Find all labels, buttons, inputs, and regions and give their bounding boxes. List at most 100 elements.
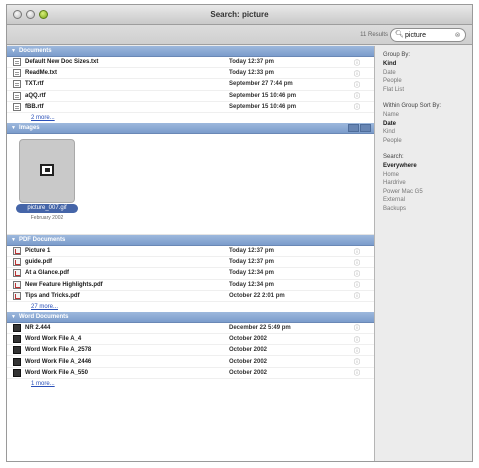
sidebar-option[interactable]: People bbox=[383, 137, 464, 146]
sidebar-option[interactable]: Everywhere bbox=[383, 162, 464, 171]
sort-by-section: Within Group Sort By: Name Date Kind People bbox=[383, 103, 464, 145]
info-icon[interactable]: ⓘ bbox=[351, 247, 363, 256]
result-date: October 2002 bbox=[229, 336, 268, 343]
group-label: Word Documents bbox=[18, 313, 69, 320]
word-document-icon bbox=[13, 368, 21, 377]
sidebar-option[interactable]: Date bbox=[383, 69, 464, 78]
info-icon[interactable]: ⓘ bbox=[351, 258, 363, 267]
result-row[interactable]: fBB.rtf September 15 10:46 pm ⓘ bbox=[7, 102, 374, 113]
text-document-icon bbox=[13, 102, 21, 111]
info-icon[interactable]: ⓘ bbox=[351, 335, 363, 344]
info-icon[interactable]: ⓘ bbox=[351, 291, 363, 300]
thumbnail-filename[interactable]: picture_007.gif bbox=[16, 203, 78, 213]
info-icon[interactable]: ⓘ bbox=[351, 80, 363, 89]
sidebar-option[interactable]: Hardrive bbox=[383, 179, 464, 188]
info-icon[interactable]: ⓘ bbox=[351, 91, 363, 100]
search-scope-section: Search: Everywhere Home Hardrive Power Mac … bbox=[383, 154, 464, 213]
more-link-pdf[interactable]: 27 more... bbox=[7, 302, 374, 312]
more-link-documents[interactable]: 2 more... bbox=[7, 113, 374, 123]
clear-search-icon[interactable]: ⊗ bbox=[454, 32, 461, 39]
result-name-text: guide.pdf bbox=[25, 259, 52, 266]
results-list: ▼ Documents Default New Doc Sizes.txt Tod… bbox=[7, 46, 375, 461]
sidebar-option[interactable]: External bbox=[383, 196, 464, 205]
result-name: Word Work File A_550 bbox=[7, 368, 229, 377]
result-name-text: Default New Doc Sizes.txt bbox=[25, 59, 99, 66]
result-name: At a Glance.pdf bbox=[7, 269, 229, 278]
result-date: October 2002 bbox=[229, 369, 268, 376]
info-icon[interactable]: ⓘ bbox=[351, 357, 363, 366]
disclosure-triangle-icon[interactable]: ▼ bbox=[11, 48, 16, 54]
more-link-word[interactable]: 1 more... bbox=[7, 379, 374, 389]
result-name: Tips and Tricks.pdf bbox=[7, 291, 229, 300]
result-name-text: Word Work File A_2446 bbox=[25, 358, 92, 365]
sidebar-option[interactable]: Kind bbox=[383, 60, 464, 69]
info-icon[interactable]: ⓘ bbox=[351, 102, 363, 111]
text-document-icon bbox=[13, 91, 21, 100]
group-header-documents[interactable]: ▼ Documents bbox=[7, 46, 374, 57]
result-name: TXT.rtf bbox=[7, 80, 229, 89]
sidebar-option[interactable]: Name bbox=[383, 111, 464, 120]
result-name: Word Work File A_2446 bbox=[7, 357, 229, 366]
info-icon[interactable]: ⓘ bbox=[351, 269, 363, 278]
info-icon[interactable]: ⓘ bbox=[351, 346, 363, 355]
result-name-text: TXT.rtf bbox=[25, 81, 44, 88]
view-buttons bbox=[348, 123, 371, 132]
disclosure-triangle-icon[interactable]: ▼ bbox=[11, 125, 16, 131]
disclosure-triangle-icon[interactable]: ▼ bbox=[11, 314, 16, 320]
icon-view-button[interactable] bbox=[360, 123, 371, 132]
group-by-section: Group By: Kind Date People Flat List bbox=[383, 52, 464, 94]
sidebar-option[interactable]: Date bbox=[383, 120, 464, 129]
sidebar-option[interactable]: Flat List bbox=[383, 86, 464, 95]
image-thumbnail[interactable] bbox=[19, 138, 75, 203]
result-date: October 22 2:01 pm bbox=[229, 292, 285, 299]
result-row[interactable]: Word Work File A_2578 October 2002 ⓘ bbox=[7, 345, 374, 357]
disclosure-triangle-icon[interactable]: ▼ bbox=[11, 237, 16, 243]
search-field[interactable]: 🔍︎ picture ⊗ bbox=[390, 28, 466, 42]
pdf-document-icon bbox=[13, 269, 21, 278]
result-row[interactable]: guide.pdf Today 12:37 pm ⓘ bbox=[7, 257, 374, 269]
result-name-text: fBB.rtf bbox=[25, 103, 44, 110]
info-icon[interactable]: ⓘ bbox=[351, 323, 363, 332]
thumbnail-date: February 2002 bbox=[30, 214, 64, 221]
group-header-pdf[interactable]: ▼ PDF Documents bbox=[7, 234, 374, 246]
search-input[interactable]: picture bbox=[405, 32, 454, 39]
result-name: Default New Doc Sizes.txt bbox=[7, 58, 229, 67]
result-date: Today 12:33 pm bbox=[229, 70, 274, 77]
result-row[interactable]: Tips and Tricks.pdf October 22 2:01 pm ⓘ bbox=[7, 291, 374, 302]
result-name-text: Word Work File A_4 bbox=[25, 336, 82, 343]
info-icon[interactable]: ⓘ bbox=[351, 280, 363, 289]
result-row[interactable]: TXT.rtf September 27 7:44 pm ⓘ bbox=[7, 79, 374, 91]
result-name: guide.pdf bbox=[7, 258, 229, 267]
result-row[interactable]: NR 2.444 December 22 5:49 pm ⓘ bbox=[7, 323, 374, 335]
info-icon[interactable]: ⓘ bbox=[351, 58, 363, 67]
result-row[interactable]: ReadMe.txt Today 12:33 pm ⓘ bbox=[7, 68, 374, 80]
result-date: Today 12:34 pm bbox=[229, 270, 274, 277]
group-label: PDF Documents bbox=[18, 236, 66, 243]
result-date: Today 12:37 pm bbox=[229, 248, 274, 255]
result-name: ReadMe.txt bbox=[7, 69, 229, 78]
info-icon[interactable]: ⓘ bbox=[351, 368, 363, 377]
list-view-button[interactable] bbox=[348, 123, 359, 132]
sidebar-option[interactable]: Kind bbox=[383, 128, 464, 137]
result-name-text: Picture 1 bbox=[25, 248, 51, 255]
group-header-word[interactable]: ▼ Word Documents bbox=[7, 311, 374, 323]
result-row[interactable]: Default New Doc Sizes.txt Today 12:37 pm ⓘ bbox=[7, 57, 374, 69]
result-name: NR 2.444 bbox=[7, 323, 229, 332]
result-name-text: Word Work File A_2578 bbox=[25, 347, 92, 354]
result-row[interactable]: Word Work File A_4 October 2002 ⓘ bbox=[7, 334, 374, 346]
result-row[interactable]: aQQ.rtf September 15 10:46 pm ⓘ bbox=[7, 91, 374, 102]
window-title: Search: picture bbox=[210, 10, 269, 19]
sidebar-option[interactable]: People bbox=[383, 77, 464, 86]
result-row[interactable]: Word Work File A_550 October 2002 ⓘ bbox=[7, 368, 374, 379]
group-header-images[interactable]: ▼ Images bbox=[7, 122, 374, 134]
sidebar-option[interactable]: Home bbox=[383, 171, 464, 180]
sidebar-option[interactable]: Backups bbox=[383, 205, 464, 214]
sidebar-option[interactable]: Power Mac G5 bbox=[383, 188, 464, 197]
result-row[interactable]: At a Glance.pdf Today 12:34 pm ⓘ bbox=[7, 268, 374, 280]
result-row[interactable]: Picture 1 Today 12:37 pm ⓘ bbox=[7, 246, 374, 258]
result-row[interactable]: New Feature Highlights.pdf Today 12:34 pm… bbox=[7, 280, 374, 291]
title-bar: Search: picture bbox=[7, 5, 472, 25]
result-row[interactable]: Word Work File A_2446 October 2002 ⓘ bbox=[7, 356, 374, 368]
info-icon[interactable]: ⓘ bbox=[351, 69, 363, 78]
result-date: September 15 10:46 pm bbox=[229, 103, 297, 110]
